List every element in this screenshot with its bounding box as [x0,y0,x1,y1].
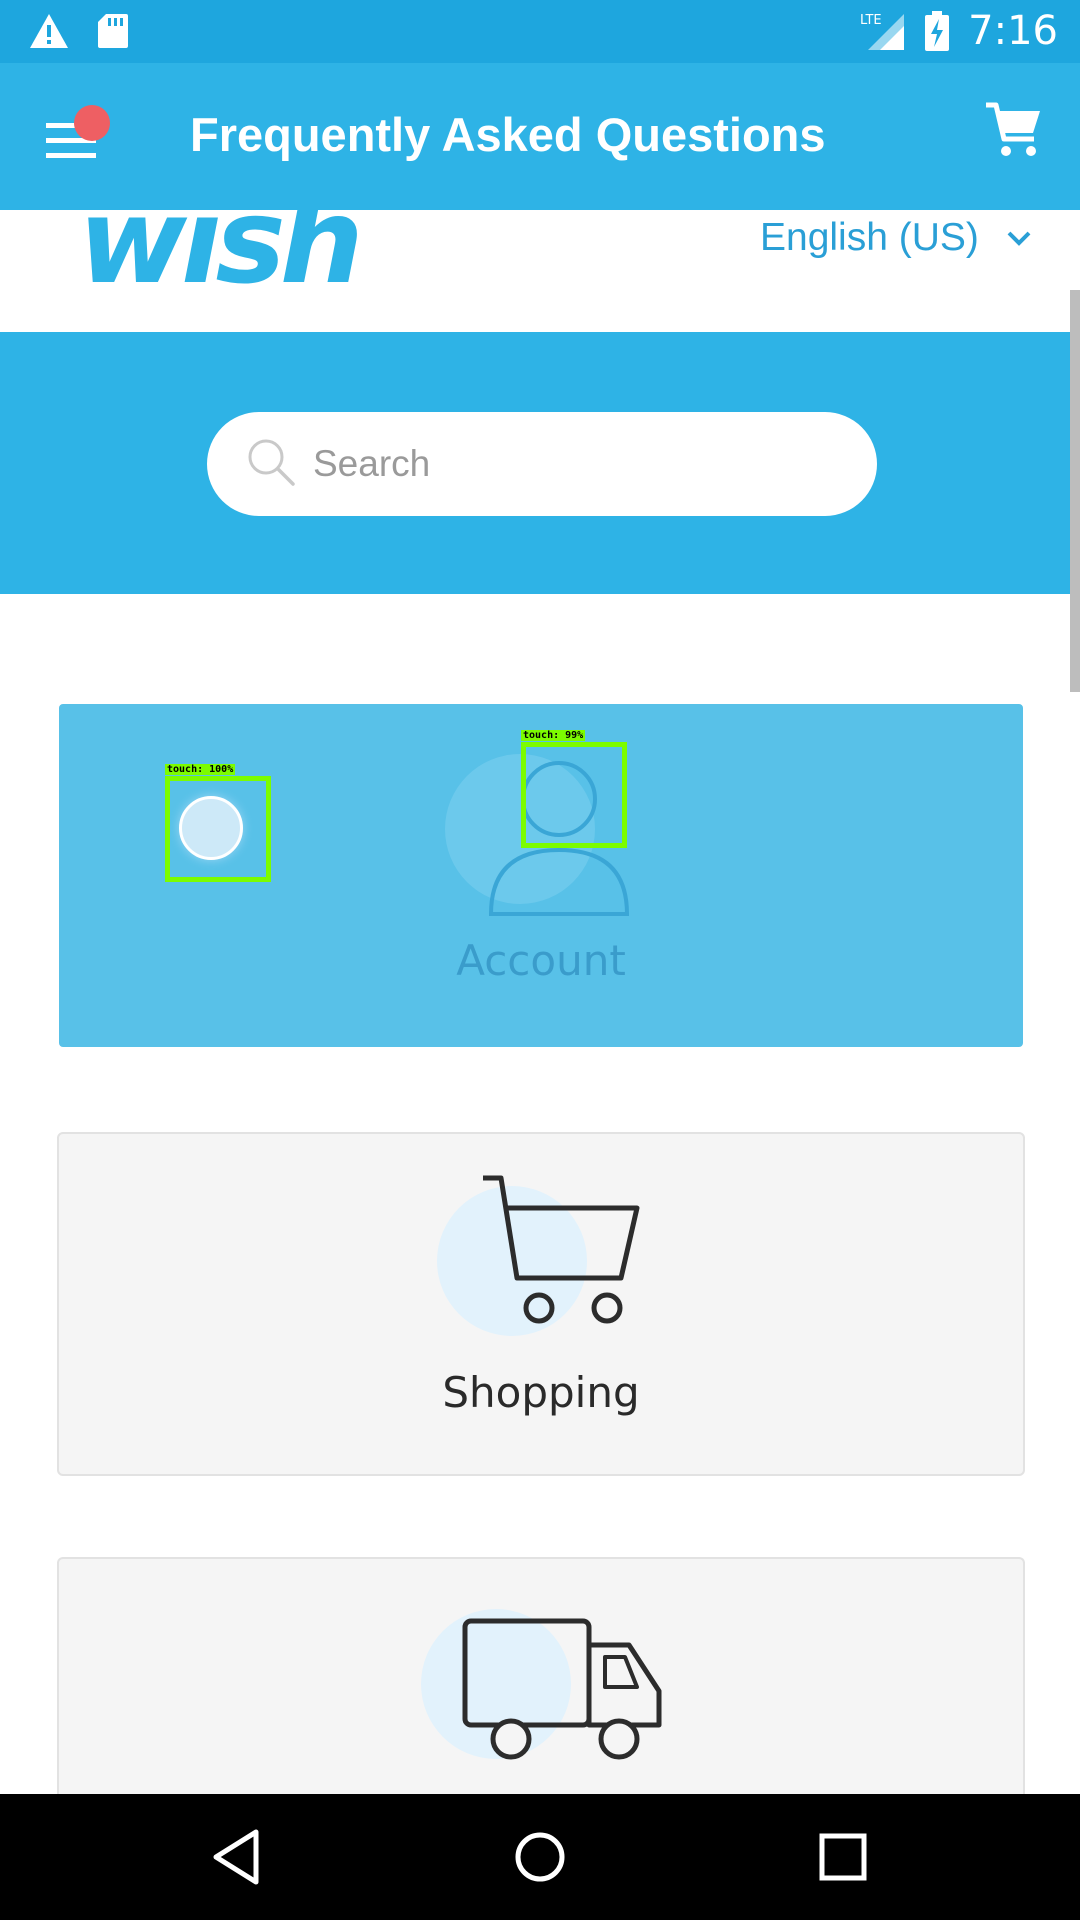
home-icon[interactable] [505,1822,575,1892]
detection-label: touch: 100% [165,764,236,775]
warning-icon [30,14,68,48]
app-bar: Frequently Asked Questions [0,63,1080,210]
shopping-cart-icon [483,1175,640,1324]
site-header: wish English (US) [0,210,1080,332]
detection-box [165,776,271,882]
search-box[interactable] [207,412,877,516]
search-section [0,332,1080,594]
category-card-account[interactable]: Account touch: 100% touch: 99% [57,702,1025,1049]
recents-icon[interactable] [808,1822,878,1892]
lte-label: LTE [860,13,882,28]
notification-dot [74,105,110,141]
lte-signal-icon: LTE [860,13,905,50]
category-card-shopping[interactable]: Shopping [57,1132,1025,1476]
truck-icon [462,1618,662,1760]
sd-card-icon [98,14,128,48]
page-title: Frequently Asked Questions [190,108,826,161]
category-label: Shopping [442,1368,640,1417]
search-icon [248,439,295,486]
battery-charging-icon [925,11,950,51]
language-select[interactable]: English (US) [760,216,1031,260]
system-nav-bar [0,1794,1080,1920]
status-bar: LTE 7:16 [0,0,1080,63]
cart-button[interactable] [984,101,1050,167]
scrollbar[interactable] [1070,290,1080,692]
chevron-down-icon [1007,231,1031,246]
back-icon[interactable] [202,1822,272,1892]
cart-icon [986,102,1040,156]
menu-button[interactable] [46,105,116,175]
detection-box [521,742,627,848]
language-label: English (US) [760,216,979,259]
status-time: 7:16 [968,8,1058,54]
search-input[interactable] [313,412,833,516]
wish-logo[interactable]: wish [78,210,364,310]
category-label: Account [456,936,626,985]
detection-label: touch: 99% [521,730,586,741]
